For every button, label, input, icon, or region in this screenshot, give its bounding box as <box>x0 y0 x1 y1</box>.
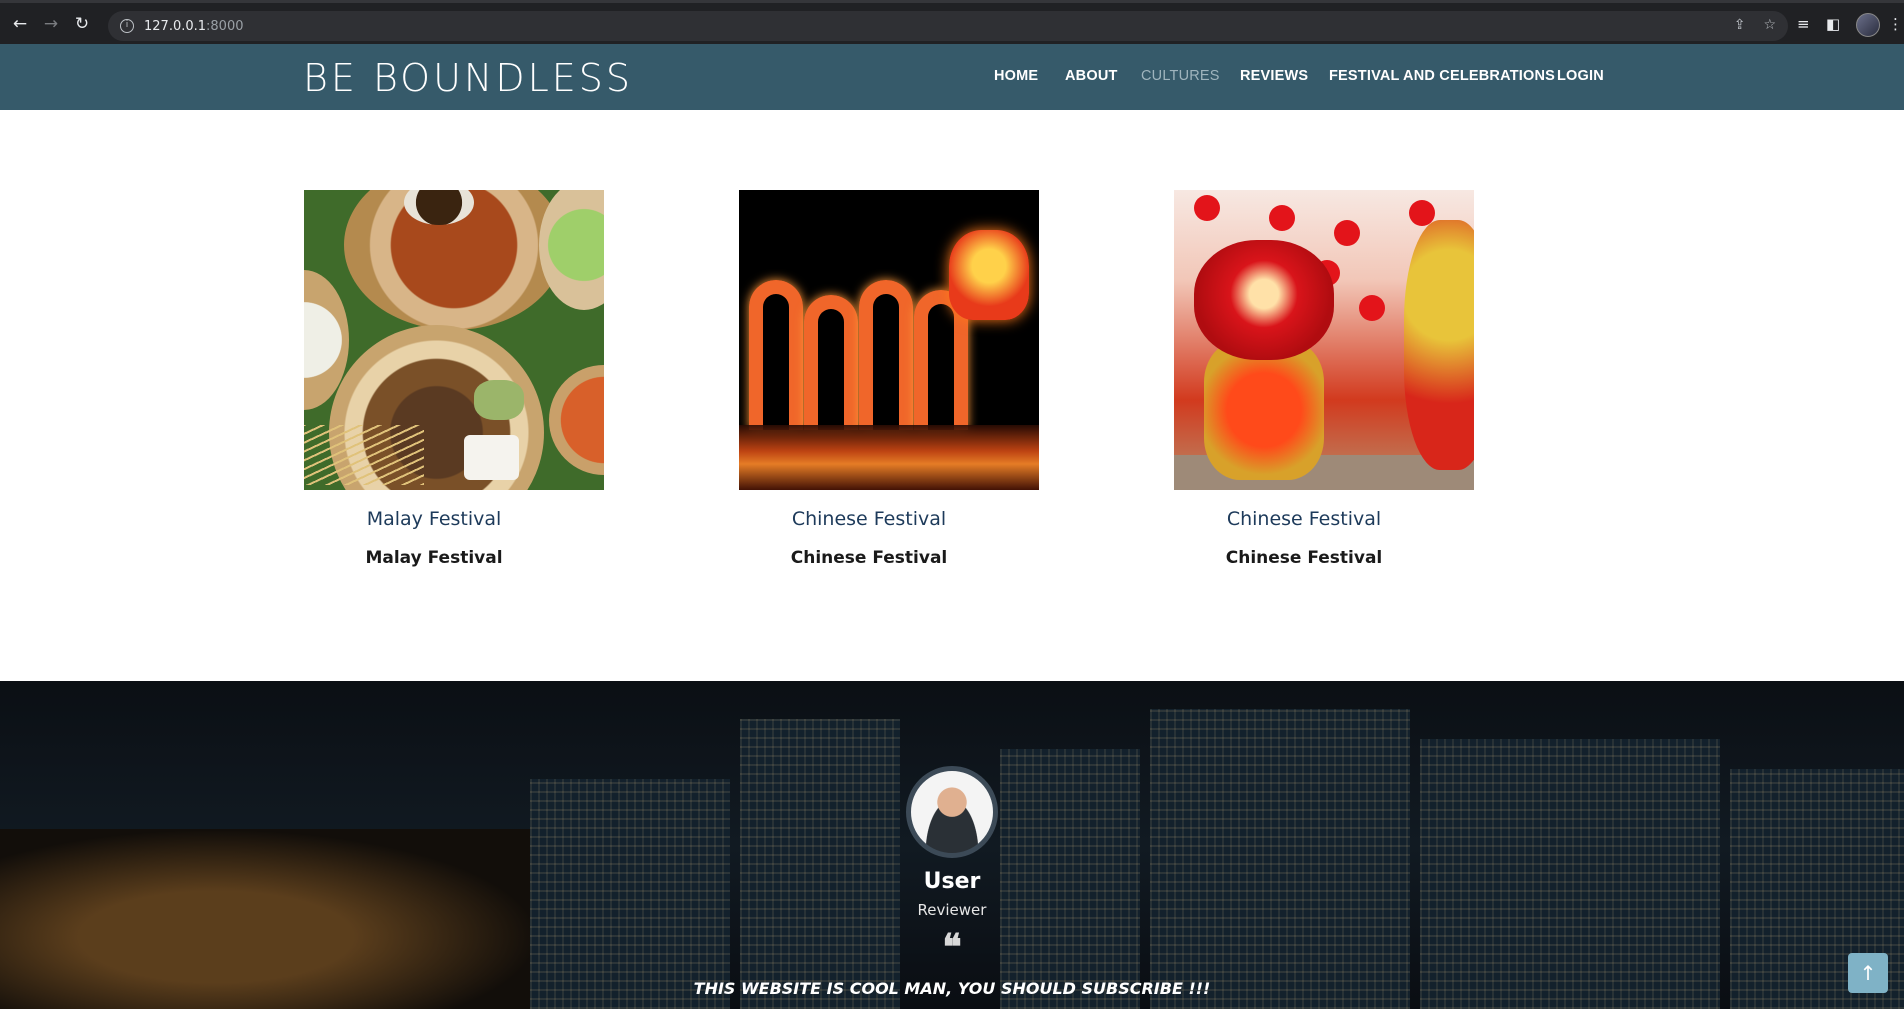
nav-reviews[interactable]: REVIEWS <box>1240 68 1308 84</box>
arrow-right-icon: → <box>43 13 59 34</box>
site-info-icon[interactable]: i <box>120 19 134 33</box>
nav-cultures[interactable]: CULTURES <box>1141 68 1220 84</box>
dragon-lantern-photo[interactable] <box>739 190 1039 490</box>
site-header: BE BOUNDLESS HOME ABOUT CULTURES REVIEWS… <box>0 44 1904 110</box>
browser-toolbar: ← → ↻ i 127.0.0.1:8000 ⇪ ☆ ≡ ◧ ⋮ <box>0 0 1904 44</box>
media-control-icon[interactable]: ≡ <box>1797 15 1810 33</box>
address-bar[interactable]: i 127.0.0.1:8000 ⇪ ☆ <box>108 11 1788 41</box>
back-to-top-button[interactable]: ↑ <box>1848 953 1888 993</box>
culture-card-malay[interactable]: Malay Festival Malay Festival <box>304 190 604 568</box>
back-button[interactable]: ← <box>9 13 31 35</box>
share-icon[interactable]: ⇪ <box>1734 17 1746 33</box>
arrow-left-icon: ← <box>12 13 28 34</box>
url-text[interactable]: 127.0.0.1:8000 <box>144 19 244 34</box>
forward-button[interactable]: → <box>40 13 62 35</box>
more-menu-icon[interactable]: ⋮ <box>1888 15 1903 33</box>
nav-home[interactable]: HOME <box>994 68 1038 84</box>
card-title[interactable]: Chinese Festival <box>1154 508 1454 530</box>
card-title[interactable]: Chinese Festival <box>719 508 1019 530</box>
testimonial-section: User Reviewer ❝ THIS WEBSITE IS COOL MAN… <box>0 681 1904 1009</box>
main-nav: HOME ABOUT CULTURES REVIEWS FESTIVAL AND… <box>0 68 1904 88</box>
reload-button[interactable]: ↻ <box>71 13 93 35</box>
reload-icon: ↻ <box>74 13 90 34</box>
arrow-up-icon: ↑ <box>1859 961 1877 985</box>
card-subtitle: Chinese Festival <box>790 548 948 568</box>
malay-food-photo[interactable] <box>304 190 604 490</box>
quote-icon: ❝ <box>942 926 962 968</box>
nav-festival-and-celebrations[interactable]: FESTIVAL AND CELEBRATIONS <box>1329 68 1555 84</box>
reviewer-name: User <box>923 869 981 894</box>
card-subtitle: Malay Festival <box>365 548 503 568</box>
url-port: :8000 <box>206 18 244 34</box>
review-text: THIS WEBSITE IS COOL MAN, YOU SHOULD SUB… <box>693 979 1211 998</box>
bookmark-star-icon[interactable]: ☆ <box>1763 17 1776 33</box>
culture-card-chinese-dragon[interactable]: Chinese Festival Chinese Festival <box>739 190 1039 568</box>
nav-login[interactable]: LOGIN <box>1557 68 1604 84</box>
profile-avatar[interactable] <box>1856 13 1880 37</box>
card-title[interactable]: Malay Festival <box>284 508 584 530</box>
nav-about[interactable]: ABOUT <box>1065 68 1118 84</box>
culture-card-chinese-lion[interactable]: Chinese Festival Chinese Festival <box>1174 190 1474 568</box>
side-panel-icon[interactable]: ◧ <box>1826 15 1840 33</box>
reviewer-role: Reviewer <box>917 901 987 919</box>
card-subtitle: Chinese Festival <box>1225 548 1383 568</box>
url-host: 127.0.0.1 <box>144 18 207 34</box>
reviewer-avatar <box>906 766 998 858</box>
lion-dance-photo[interactable] <box>1174 190 1474 490</box>
